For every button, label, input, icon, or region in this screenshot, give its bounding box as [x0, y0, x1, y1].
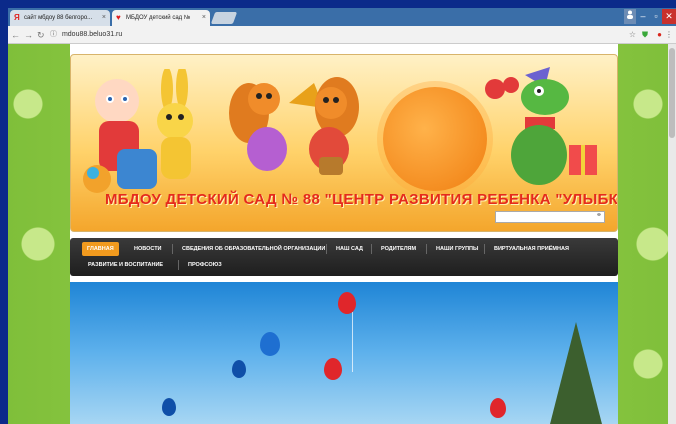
nav-item-parents[interactable]: Родителям — [381, 242, 416, 256]
reload-icon[interactable]: ↻ — [37, 28, 45, 42]
nav-item-org-info[interactable]: Сведения об образовательной организации — [182, 242, 325, 256]
red-balloon — [338, 292, 356, 314]
site-content: МБДОУ ДЕТСКИЙ САД № 88 "ЦЕНТР РАЗВИТИЯ Р… — [70, 44, 618, 424]
menu-separator — [178, 260, 179, 270]
menu-separator — [371, 244, 372, 254]
info-icon[interactable]: ⓘ — [50, 31, 57, 38]
dragon-illustration — [485, 67, 597, 185]
tab-close-icon[interactable]: × — [202, 10, 206, 26]
page-background: МБДОУ ДЕТСКИЙ САД № 88 "ЦЕНТР РАЗВИТИЯ Р… — [8, 44, 676, 424]
menu-separator — [172, 244, 173, 254]
scrollbar-thumb[interactable] — [669, 48, 675, 138]
menu-separator — [326, 244, 327, 254]
tab-1[interactable]: Я сайт мбдоу 88 белгоро... × — [10, 10, 110, 26]
red-balloon — [324, 358, 342, 380]
site-title: МБДОУ ДЕТСКИЙ САД № 88 "ЦЕНТР РАЗВИТИЯ Р… — [105, 191, 618, 208]
nav-item-our-kindergarten[interactable]: Наш сад — [336, 242, 363, 256]
nav-item-trade-union[interactable]: Профсоюз — [188, 258, 222, 272]
tab-2[interactable]: ♥ МБДОУ детский сад № × — [112, 10, 210, 26]
photo-slider[interactable] — [70, 282, 618, 424]
site-header-banner: МБДОУ ДЕТСКИЙ САД № 88 "ЦЕНТР РАЗВИТИЯ Р… — [70, 54, 618, 232]
opera-extension-icon[interactable]: ● — [657, 29, 662, 41]
forward-arrow-icon[interactable]: → — [24, 28, 33, 42]
new-tab-button[interactable] — [210, 12, 238, 24]
url-text: mdou88.beluo31.ru — [61, 31, 123, 38]
main-nav-menu: Главная Новости Сведения об образователь… — [70, 238, 618, 276]
nav-item-news[interactable]: Новости — [134, 242, 162, 256]
menu-separator — [484, 244, 485, 254]
tab-title: МБДОУ детский сад № — [126, 15, 191, 21]
tree-illustration — [548, 322, 604, 424]
close-window-icon[interactable]: ✕ — [662, 9, 676, 24]
blue-balloon — [260, 332, 280, 356]
red-balloon — [490, 398, 506, 418]
tab-title: сайт мбдоу 88 белгоро... — [24, 15, 93, 21]
menu-separator — [426, 244, 427, 254]
blue-balloon — [162, 398, 176, 416]
nav-item-virtual-reception[interactable]: Виртуальная приёмная — [494, 242, 569, 256]
shield-extension-icon[interactable]: ⛊ — [642, 29, 648, 41]
search-icon[interactable]: ⚭ — [596, 211, 602, 219]
address-bar[interactable]: ⓘ mdou88.beluo31.ru — [50, 29, 122, 41]
minimize-icon[interactable]: – — [636, 9, 650, 24]
tab-close-icon[interactable]: × — [102, 10, 106, 26]
bookmark-star-icon[interactable]: ☆ — [629, 29, 636, 41]
back-arrow-icon[interactable]: ← — [11, 28, 20, 42]
balloon-string — [352, 312, 353, 372]
user-profile-icon[interactable] — [624, 9, 636, 24]
menu-dots-icon[interactable]: ⋮ — [665, 29, 673, 41]
maximize-icon[interactable]: ▫ — [649, 9, 663, 24]
baby-and-bunny-illustration — [83, 69, 193, 193]
nav-item-development[interactable]: Развитие и воспитание — [88, 258, 163, 272]
site-search-input[interactable]: ⚭ — [495, 211, 605, 223]
address-toolbar: ← → ↻ ⓘ mdou88.beluo31.ru ☆ ⛊ ● ⋮ — [8, 26, 676, 44]
nav-item-our-groups[interactable]: Наши группы — [436, 242, 478, 256]
sun-illustration — [383, 87, 487, 191]
browser-window: Я сайт мбдоу 88 белгоро... × ♥ МБДОУ дет… — [8, 8, 676, 424]
title-bar: Я сайт мбдоу 88 белгоро... × ♥ МБДОУ дет… — [8, 8, 676, 26]
yandex-favicon-icon: Я — [14, 13, 20, 22]
nav-item-home[interactable]: Главная — [82, 242, 119, 256]
squirrels-illustration — [229, 77, 359, 175]
page-scrollbar[interactable] — [668, 44, 676, 424]
blue-balloon — [232, 360, 246, 378]
heart-favicon-icon: ♥ — [116, 13, 121, 22]
